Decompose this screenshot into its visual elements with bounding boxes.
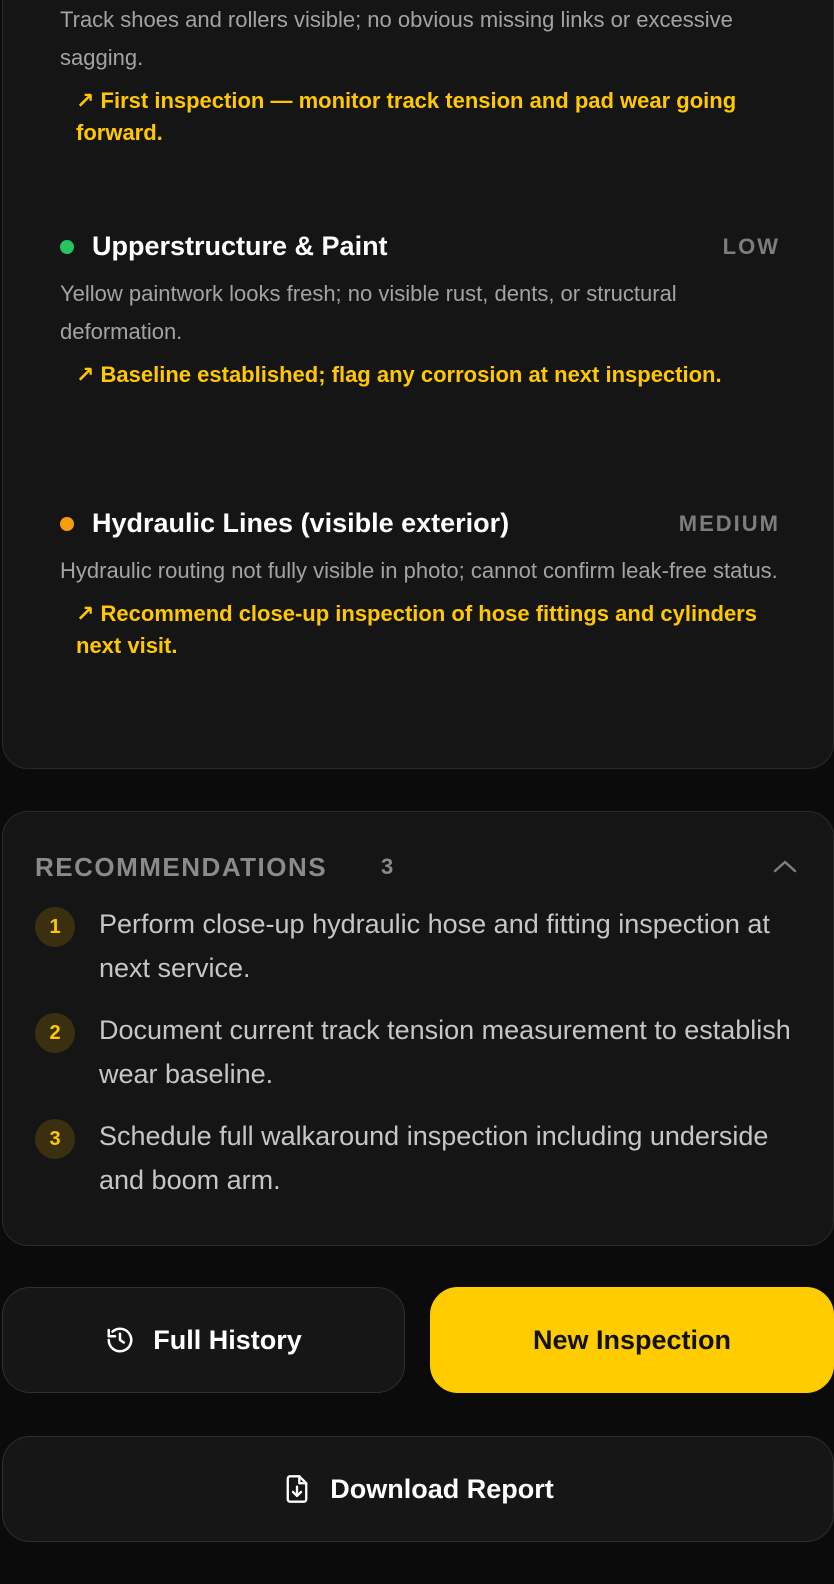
history-icon [105,1325,135,1355]
recommendation-text: Schedule full walkaround inspection incl… [99,1121,769,1195]
finding-note: ↗ First inspection — monitor track tensi… [76,88,737,145]
full-history-label: Full History [153,1324,302,1355]
step-number: 1 [35,907,75,947]
finding-description: Hydraulic routing not fully visible in p… [60,558,778,583]
recommendation-text: Perform close-up hydraulic hose and fitt… [99,909,770,983]
list-item: 1 Perform close-up hydraulic hose and fi… [35,902,805,990]
finding-upperstructure: Upperstructure & Paint LOW Yellow paintw… [60,229,780,391]
finding-header: Upperstructure & Paint LOW [60,229,780,263]
recommendations-list: 1 Perform close-up hydraulic hose and fi… [35,902,805,1220]
new-inspection-label: New Inspection [532,1324,732,1355]
step-number: 3 [35,1119,75,1159]
finding-note: ↗ Baseline established; flag any corrosi… [76,362,722,387]
finding-undercarriage: Track shoes and rollers visible; no obvi… [60,1,780,149]
finding-header: Hydraulic Lines (visible exterior) MEDIU… [60,506,780,540]
download-report-button[interactable]: Download Report [2,1436,834,1542]
findings-card: Track shoes and rollers visible; no obvi… [2,0,834,769]
file-download-icon [282,1474,312,1504]
download-report-label: Download Report [330,1473,554,1504]
finding-description: Yellow paintwork looks fresh; no visible… [60,281,677,344]
finding-title: Upperstructure & Paint [92,231,388,261]
finding-hydraulic-lines: Hydraulic Lines (visible exterior) MEDIU… [60,506,780,662]
recommendations-card: RECOMMENDATIONS 3 1 Perform close-up hyd… [2,811,834,1246]
finding-note: ↗ Recommend close-up inspection of hose … [76,601,757,658]
inspection-report-page: Track shoes and rollers visible; no obvi… [0,0,834,1584]
full-history-button[interactable]: Full History [2,1287,405,1393]
recommendations-count: 3 [381,854,394,879]
status-dot-low [60,240,74,254]
new-inspection-button[interactable]: New Inspection [430,1287,834,1393]
list-item: 2 Document current track tension measure… [35,1008,805,1096]
finding-title: Hydraulic Lines (visible exterior) [92,508,510,538]
recommendations-header[interactable]: RECOMMENDATIONS 3 [35,848,801,884]
step-number: 2 [35,1013,75,1053]
list-item: 3 Schedule full walkaround inspection in… [35,1114,805,1202]
section-title: RECOMMENDATIONS [35,852,328,882]
finding-description: Track shoes and rollers visible; no obvi… [60,7,733,70]
severity-badge: LOW [722,234,780,259]
recommendation-text: Document current track tension measureme… [99,1015,791,1089]
chevron-up-icon[interactable] [769,852,801,880]
status-dot-medium [60,517,74,531]
severity-badge: MEDIUM [678,511,780,536]
